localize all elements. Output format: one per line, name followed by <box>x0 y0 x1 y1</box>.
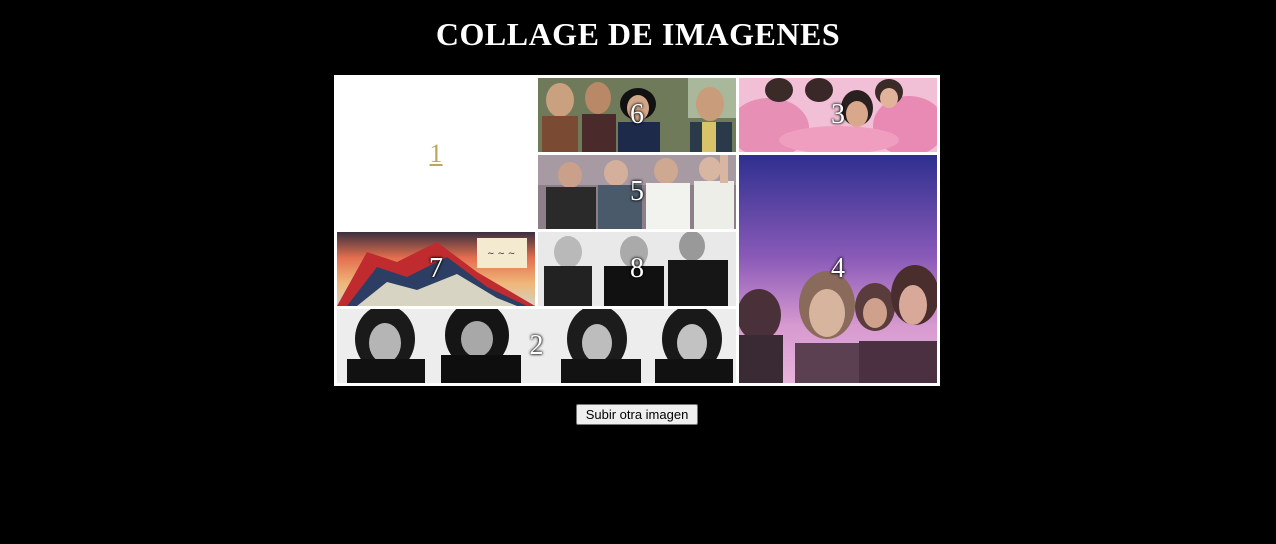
image-collage: 1 6 3 5 4 ~ ~ ~ 7 8 2 <box>334 75 940 386</box>
page-title: COLLAGE DE IMAGENES <box>435 16 841 52</box>
tile-6-number: 6 <box>630 99 644 130</box>
collage-tile-4[interactable]: 4 <box>739 155 937 383</box>
collage-tile-6[interactable]: 6 <box>538 78 736 152</box>
tile-4-number: 4 <box>831 253 845 284</box>
tile-1-link[interactable]: 1 <box>430 139 443 169</box>
tile-8-number: 8 <box>630 253 644 284</box>
tile-5-number: 5 <box>630 176 644 207</box>
collage-tile-1[interactable]: 1 <box>337 78 535 229</box>
tile-2-number: 2 <box>529 330 544 361</box>
collage-tile-2[interactable]: 2 <box>337 309 736 383</box>
collage-tile-7[interactable]: ~ ~ ~ 7 <box>337 232 535 306</box>
svg-text:~ ~ ~: ~ ~ ~ <box>487 249 515 259</box>
upload-image-button[interactable]: Subir otra imagen <box>576 404 698 425</box>
collage-tile-5[interactable]: 5 <box>538 155 736 229</box>
collage-tile-3[interactable]: 3 <box>739 78 937 152</box>
collage-tile-8[interactable]: 8 <box>538 232 736 306</box>
tile-3-number: 3 <box>831 99 845 130</box>
tile-7-number: 7 <box>429 253 443 284</box>
